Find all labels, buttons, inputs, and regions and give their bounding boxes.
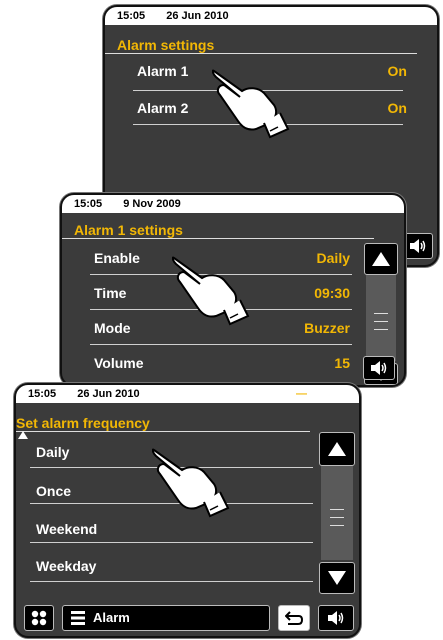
- status-time: 15:05: [28, 388, 57, 400]
- status-bar: 15:05 26 Jun 2010 —: [16, 385, 359, 403]
- page-title: Alarm 1 settings: [62, 222, 374, 239]
- list-item-label: Alarm 1: [137, 63, 189, 79]
- scroll-up-button[interactable]: [364, 243, 398, 275]
- page-title: Alarm settings: [105, 37, 417, 54]
- status-bar: 15:05 9 Nov 2009: [62, 195, 404, 213]
- menu-label: Alarm: [93, 610, 130, 625]
- four-dots-icon: [31, 610, 47, 626]
- status-indicator: —: [296, 388, 307, 400]
- menu-button[interactable]: Alarm: [62, 605, 270, 631]
- list-item-label: Once: [36, 483, 72, 499]
- status-time: 15:05: [74, 198, 103, 210]
- list-item-label: Alarm 2: [137, 100, 189, 116]
- volume-button[interactable]: [363, 356, 395, 380]
- speaker-icon: [328, 611, 344, 625]
- list-item-label: Weekend: [36, 521, 98, 537]
- speaker-icon: [371, 361, 387, 375]
- home-button[interactable]: [24, 605, 54, 631]
- list-item-volume[interactable]: Volume 15: [94, 355, 350, 375]
- list-item-value: On: [387, 100, 407, 116]
- status-time: 15:05: [117, 10, 146, 22]
- list-item-value: Daily: [316, 250, 350, 266]
- triangle-up-icon: [328, 442, 346, 456]
- volume-button[interactable]: [318, 605, 354, 631]
- list-item-value: Buzzer: [304, 320, 350, 336]
- list-item-label: Time: [94, 285, 127, 301]
- triangle-up-icon: [372, 252, 390, 266]
- page-title: Set alarm frequency: [16, 415, 310, 432]
- status-date: 9 Nov 2009: [123, 198, 181, 210]
- scrollbar[interactable]: [321, 466, 353, 560]
- pointing-hand-icon: [172, 256, 250, 326]
- pointing-hand-icon: [212, 69, 290, 139]
- list-item-weekday[interactable]: Weekday: [36, 558, 296, 578]
- return-arrow-icon: [284, 611, 304, 625]
- status-date: 26 Jun 2010: [166, 10, 229, 22]
- scrollbar[interactable]: [366, 275, 396, 361]
- list-item-value: On: [387, 63, 407, 79]
- list-item-label: Daily: [36, 444, 70, 460]
- triangle-down-icon: [328, 571, 346, 585]
- volume-button[interactable]: [403, 233, 433, 259]
- list-item-weekend[interactable]: Weekend: [36, 521, 296, 541]
- scroll-down-button[interactable]: [319, 562, 355, 594]
- back-button[interactable]: [278, 605, 310, 631]
- list-item-value: 09:30: [314, 285, 350, 301]
- status-date: 26 Jun 2010: [77, 388, 140, 400]
- pointing-hand-icon: [152, 448, 230, 518]
- speaker-icon: [410, 239, 426, 253]
- list-lines-icon: [71, 611, 85, 625]
- list-item-label: Mode: [94, 320, 131, 336]
- list-item-label: Enable: [94, 250, 140, 266]
- list-item-label: Volume: [94, 355, 144, 371]
- status-bar: 15:05 26 Jun 2010: [105, 7, 437, 25]
- list-item-value: 15: [334, 355, 350, 371]
- list-item-label: Weekday: [36, 558, 97, 574]
- scroll-up-button[interactable]: [319, 432, 355, 466]
- selection-marker-icon: [18, 431, 28, 439]
